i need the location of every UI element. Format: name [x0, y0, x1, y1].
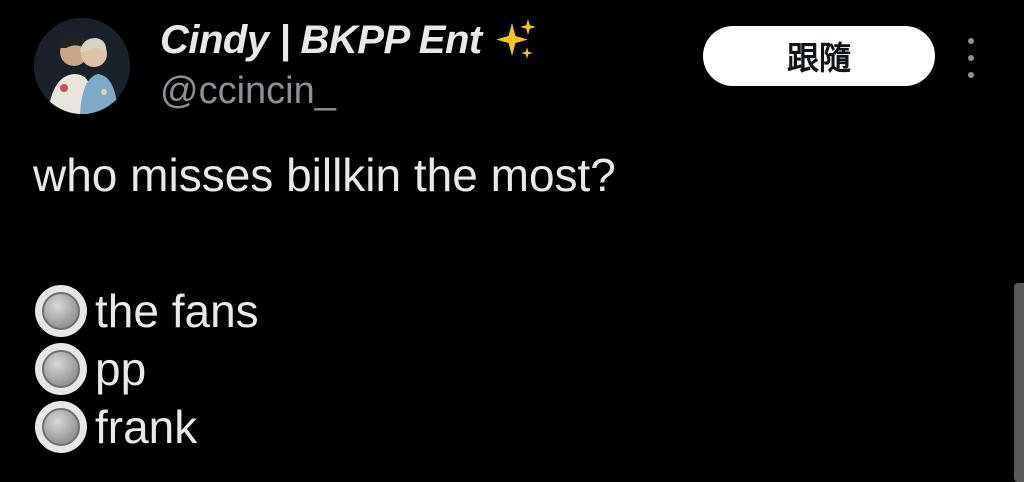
- sparkles-icon: [492, 17, 538, 63]
- avatar-photo: [34, 18, 130, 114]
- author-name-row: Cindy | BKPP Ent: [160, 14, 538, 66]
- author-handle[interactable]: @ccincin_: [160, 70, 336, 113]
- radio-button-icon: [33, 341, 89, 397]
- poll-option-label: the fans: [95, 285, 259, 337]
- more-dot: [968, 55, 974, 61]
- poll-option: frank: [33, 398, 259, 456]
- more-dot: [968, 38, 974, 44]
- avatar[interactable]: [34, 18, 130, 114]
- radio-button-icon: [33, 283, 89, 339]
- poll-option: pp: [33, 340, 259, 398]
- more-dot: [968, 72, 974, 78]
- scrollbar[interactable]: [1014, 283, 1024, 482]
- poll-option: the fans: [33, 282, 259, 340]
- poll-option-list: the fans pp frank: [33, 282, 259, 456]
- more-vertical-icon[interactable]: [958, 38, 984, 78]
- author-display-name[interactable]: Cindy | BKPP Ent: [160, 18, 482, 63]
- poll-option-label: frank: [95, 401, 198, 453]
- poll-option-label: pp: [95, 343, 147, 395]
- tweet-text: who misses billkin the most?: [33, 149, 616, 201]
- follow-button[interactable]: 跟隨: [703, 26, 935, 86]
- radio-button-icon: [33, 399, 89, 455]
